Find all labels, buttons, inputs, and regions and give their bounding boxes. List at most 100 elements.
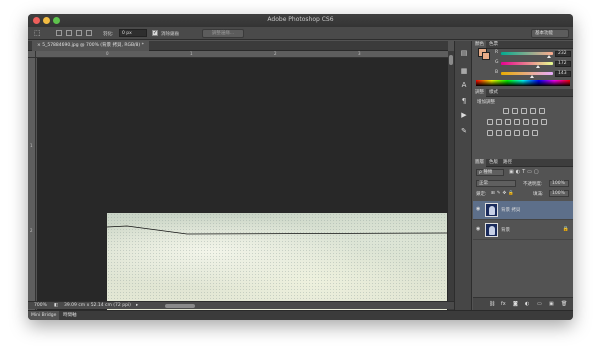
fill-input[interactable]: 100% [549, 190, 569, 197]
ruler-origin[interactable] [28, 51, 36, 58]
color-spectrum-bar[interactable] [476, 80, 570, 86]
delete-layer-icon[interactable]: 🗑 [561, 301, 567, 307]
document-canvas[interactable] [37, 58, 448, 310]
opacity-input[interactable]: 100% [549, 180, 569, 187]
adjustments-panel-header: 調整 樣式 [473, 89, 573, 97]
subtract-selection-icon[interactable] [76, 30, 82, 36]
status-menu-arrow-icon[interactable]: ▸ [136, 303, 138, 308]
blue-label: B [495, 70, 499, 75]
feather-label: 羽化: [103, 32, 114, 37]
vertical-scroll-thumb[interactable] [449, 55, 453, 65]
horizontal-scroll-thumb[interactable] [165, 304, 195, 308]
antialias-label: 消除鋸齒 [161, 32, 179, 37]
layer-row[interactable]: ◉ 背景 拷貝 [473, 201, 573, 220]
levels-icon[interactable] [512, 108, 518, 114]
blue-slider[interactable] [501, 72, 553, 75]
brightness-icon[interactable] [503, 108, 509, 114]
refine-edge-button[interactable]: 調整邊緣... [202, 29, 244, 38]
ruler-tick-label: 1 [30, 143, 33, 148]
blue-slider-knob[interactable] [530, 75, 534, 78]
new-layer-icon[interactable]: ▣ [549, 301, 554, 307]
layer-name[interactable]: 背景 [501, 227, 510, 233]
posterize-icon[interactable] [496, 130, 502, 136]
panel-icon-strip: ▤ ▦ A ¶ ▶ ✎ [454, 41, 472, 310]
ruler-tick-label: 2 [274, 51, 277, 56]
close-tab-icon[interactable]: × [37, 43, 41, 48]
bottom-panel-bar: Mini Bridge 時間軸 [28, 310, 573, 320]
green-slider[interactable] [501, 62, 553, 65]
red-value[interactable]: 232 [555, 51, 571, 57]
black-white-icon[interactable] [505, 119, 511, 125]
add-to-selection-icon[interactable] [66, 30, 72, 36]
document-tab[interactable]: × 5_57884690.jpg @ 700% (背景 拷貝, RGB/8) * [32, 41, 149, 51]
background-color-swatch[interactable] [482, 52, 490, 60]
photo-filter-icon[interactable] [514, 119, 520, 125]
brush-icon[interactable]: ✎ [459, 127, 469, 136]
paragraph-icon[interactable]: ¶ [459, 97, 469, 106]
gradient-map-icon[interactable] [514, 130, 520, 136]
visibility-eye-icon[interactable]: ◉ [476, 227, 481, 232]
layer-kind-filter[interactable]: ρ 種類 [476, 169, 504, 176]
timeline-tab[interactable]: 時間軸 [60, 311, 80, 320]
blend-mode-select[interactable]: 正常 [476, 180, 516, 187]
shadows-icon[interactable] [532, 130, 538, 136]
red-slider[interactable] [501, 52, 553, 55]
red-slider-knob[interactable] [547, 55, 551, 58]
tab-swatches[interactable]: 色票 [487, 41, 500, 49]
green-slider-knob[interactable] [536, 65, 540, 68]
workspace-select[interactable]: 基本功能 [531, 29, 569, 38]
layer-style-icon[interactable]: fx [501, 301, 506, 307]
selective-color-icon[interactable] [523, 130, 529, 136]
adjustment-icons-row-3 [487, 130, 538, 136]
grid-adjust-icon[interactable] [541, 119, 547, 125]
intersect-selection-icon[interactable] [86, 30, 92, 36]
vertical-ruler[interactable]: 1 2 [28, 58, 36, 310]
red-label: R [495, 50, 499, 55]
color-lookup-icon[interactable] [532, 119, 538, 125]
invert-icon[interactable] [487, 130, 493, 136]
link-layers-icon[interactable]: ⛓ [489, 301, 495, 307]
new-selection-icon[interactable] [56, 30, 62, 36]
tab-layers[interactable]: 圖層 [473, 159, 486, 167]
horizontal-ruler[interactable]: 0 1 2 3 [36, 51, 448, 58]
lock-options-icons[interactable]: ⊞✎✥🔒 [491, 191, 516, 196]
tab-styles[interactable]: 樣式 [487, 89, 500, 97]
hue-saturation-icon[interactable] [487, 119, 493, 125]
vibrance-icon[interactable] [539, 108, 545, 114]
feather-input[interactable]: 0 px [119, 29, 147, 37]
document-tab-bar: × 5_57884690.jpg @ 700% (背景 拷貝, RGB/8) * [28, 41, 448, 51]
tab-adjustments[interactable]: 調整 [473, 89, 486, 97]
layer-row[interactable]: ◉ 背景 🔒 [473, 221, 573, 240]
mini-bridge-tab[interactable]: Mini Bridge [28, 311, 60, 320]
visibility-eye-icon[interactable]: ◉ [476, 207, 481, 212]
adjustment-layer-icon[interactable]: ◐ [525, 301, 529, 307]
zoom-level[interactable]: 700% [34, 303, 47, 308]
color-balance-icon[interactable] [496, 119, 502, 125]
curves-icon[interactable] [521, 108, 527, 114]
exposure-icon[interactable] [530, 108, 536, 114]
ruler-tick-label: 1 [190, 51, 193, 56]
green-value[interactable]: 172 [555, 61, 571, 67]
actions-icon[interactable]: ▶ [459, 111, 469, 120]
status-info-icon[interactable]: ◧ [54, 303, 58, 308]
blue-value[interactable]: 143 [555, 71, 571, 77]
layer-filter-icons[interactable]: ▣◐T▭▢ [509, 169, 541, 175]
layer-name[interactable]: 背景 拷貝 [501, 207, 520, 213]
add-adjustment-heading: 增加調整 [477, 100, 495, 105]
properties-icon[interactable]: ▦ [459, 67, 469, 76]
fill-label: 填滿: [533, 192, 544, 197]
threshold-icon[interactable] [505, 130, 511, 136]
layers-panel-header: 圖層 色版 路徑 [473, 159, 573, 167]
history-icon[interactable]: ▤ [459, 49, 469, 58]
layer-mask-icon[interactable]: ◙ [513, 301, 518, 307]
tab-channels[interactable]: 色版 [487, 159, 500, 167]
antialias-checkbox[interactable]: ✓ [152, 30, 158, 36]
new-group-icon[interactable]: ▭ [537, 301, 542, 307]
tab-paths[interactable]: 路徑 [501, 159, 514, 167]
layer-thumbnail [485, 223, 498, 237]
marquee-tool-icon[interactable]: ⬚ [34, 30, 44, 37]
options-bar: ⬚ 羽化: 0 px ✓ 消除鋸齒 調整邊緣... 基本功能 [28, 27, 573, 40]
character-icon[interactable]: A [459, 81, 469, 90]
channel-mixer-icon[interactable] [523, 119, 529, 125]
layers-panel-footer: ⛓ fx ◙ ◐ ▭ ▣ 🗑 [473, 297, 573, 310]
